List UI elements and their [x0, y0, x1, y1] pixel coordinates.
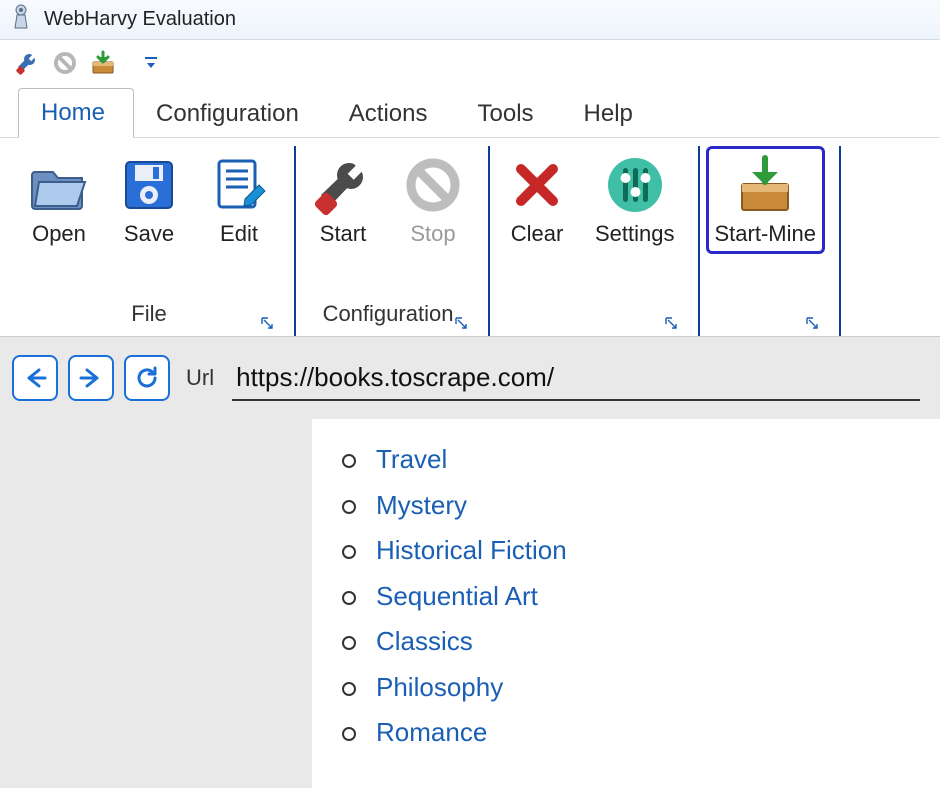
- list-item: Classics: [342, 619, 930, 665]
- clear-button[interactable]: Clear: [496, 146, 578, 254]
- quick-access-toolbar: [0, 40, 940, 86]
- category-list: Travel Mystery Historical Fiction Sequen…: [342, 437, 930, 756]
- button-label: Clear: [511, 221, 564, 247]
- dialog-launcher-icon[interactable]: [454, 310, 470, 326]
- sliders-icon: [603, 153, 667, 217]
- open-button[interactable]: Open: [18, 146, 100, 254]
- button-label: Save: [124, 221, 174, 247]
- left-gutter: [12, 419, 312, 788]
- back-button[interactable]: [12, 355, 58, 401]
- category-link[interactable]: Sequential Art: [376, 581, 538, 611]
- customize-dropdown-icon[interactable]: [138, 50, 164, 76]
- page-body: Travel Mystery Historical Fiction Sequen…: [312, 419, 940, 788]
- group-label: Configuration: [323, 301, 454, 327]
- tab-label: Help: [584, 100, 633, 127]
- list-item: Travel: [342, 437, 930, 483]
- category-link[interactable]: Travel: [376, 444, 447, 474]
- stop-button[interactable]: Stop: [392, 146, 474, 254]
- reload-icon: [133, 364, 161, 392]
- ribbon-group-misc: Clear Settings: [490, 146, 700, 336]
- tab-configuration[interactable]: Configuration: [134, 90, 327, 138]
- box-download-icon: [733, 153, 797, 217]
- list-item: Romance: [342, 710, 930, 756]
- ribbon: Open Save: [0, 138, 940, 336]
- tab-home[interactable]: Home: [18, 88, 134, 138]
- start-button[interactable]: Start: [302, 146, 384, 254]
- dialog-launcher-icon[interactable]: [260, 310, 276, 326]
- list-item: Sequential Art: [342, 574, 930, 620]
- box-download-icon[interactable]: [90, 50, 116, 76]
- category-link[interactable]: Historical Fiction: [376, 535, 567, 565]
- button-label: Start-Mine: [715, 221, 816, 247]
- floppy-icon: [117, 153, 181, 217]
- ribbon-group-file: Open Save: [12, 146, 296, 336]
- title-bar: WebHarvy Evaluation: [0, 0, 940, 40]
- arrow-left-icon: [21, 364, 49, 392]
- forward-button[interactable]: [68, 355, 114, 401]
- tab-label: Home: [41, 99, 105, 126]
- prohibit-icon[interactable]: [52, 50, 78, 76]
- tab-label: Tools: [478, 100, 534, 127]
- ribbon-tabs: Home Configuration Actions Tools Help: [0, 86, 940, 138]
- document-edit-icon: [207, 153, 271, 217]
- reload-button[interactable]: [124, 355, 170, 401]
- start-mine-button[interactable]: Start-Mine: [706, 146, 825, 254]
- settings-button[interactable]: Settings: [586, 146, 684, 254]
- edit-button[interactable]: Edit: [198, 146, 280, 254]
- app-icon: [10, 4, 32, 36]
- x-red-icon: [505, 153, 569, 217]
- tab-label: Actions: [349, 100, 428, 127]
- category-link[interactable]: Mystery: [376, 490, 467, 520]
- url-bar: Url: [12, 355, 940, 401]
- list-item: Philosophy: [342, 665, 930, 711]
- tab-help[interactable]: Help: [562, 90, 661, 138]
- page-content: Travel Mystery Historical Fiction Sequen…: [12, 419, 940, 788]
- category-link[interactable]: Classics: [376, 626, 473, 656]
- folder-open-icon: [27, 153, 91, 217]
- url-label: Url: [186, 365, 214, 391]
- button-label: Stop: [410, 221, 455, 247]
- wrench-icon: [311, 153, 375, 217]
- list-item: Mystery: [342, 483, 930, 529]
- button-label: Settings: [595, 221, 675, 247]
- save-button[interactable]: Save: [108, 146, 190, 254]
- list-item: Historical Fiction: [342, 528, 930, 574]
- arrow-right-icon: [77, 364, 105, 392]
- button-label: Open: [32, 221, 86, 247]
- prohibit-icon: [401, 153, 465, 217]
- url-input[interactable]: [232, 356, 920, 401]
- category-link[interactable]: Romance: [376, 717, 487, 747]
- group-label: File: [131, 301, 166, 327]
- tab-label: Configuration: [156, 100, 299, 127]
- tab-actions[interactable]: Actions: [327, 90, 456, 138]
- dialog-launcher-icon[interactable]: [664, 310, 680, 326]
- window-title: WebHarvy Evaluation: [44, 8, 236, 31]
- ribbon-group-mine: Start-Mine: [700, 146, 841, 336]
- wrench-icon[interactable]: [14, 50, 40, 76]
- category-link[interactable]: Philosophy: [376, 672, 503, 702]
- button-label: Start: [320, 221, 366, 247]
- button-label: Edit: [220, 221, 258, 247]
- ribbon-group-configuration: Start Stop Configuration: [296, 146, 490, 336]
- browser-panel: Url Travel Mystery Historical Fiction Se…: [0, 336, 940, 788]
- dialog-launcher-icon[interactable]: [805, 310, 821, 326]
- tab-tools[interactable]: Tools: [456, 90, 562, 138]
